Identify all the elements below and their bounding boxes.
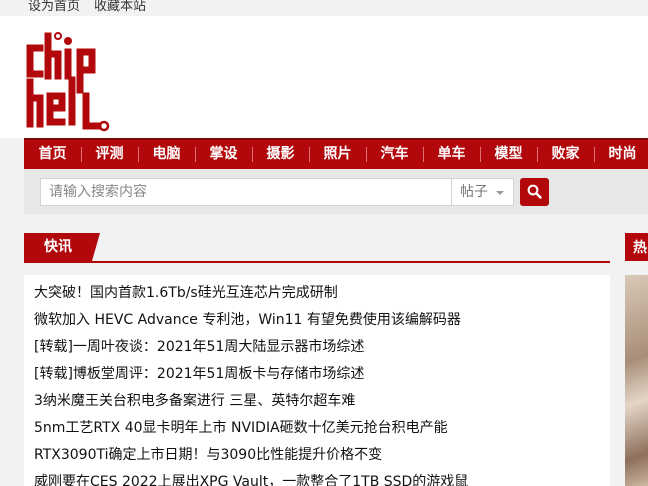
search-bar: 帖子 (24, 169, 648, 214)
nav-item-computers[interactable]: 电脑 (138, 140, 195, 169)
side-panel-image[interactable] (625, 275, 648, 486)
nav-item-fashion[interactable]: 时尚 (594, 140, 648, 169)
news-item[interactable]: 微软加入 HEVC Advance 专利池，Win11 有望免费使用该编解码器 (34, 308, 468, 335)
chiphell-logo[interactable] (24, 30, 110, 132)
chevron-down-icon (496, 191, 504, 195)
nav-item-home[interactable]: 首页 (24, 140, 81, 169)
nav-item-cars[interactable]: 汽车 (366, 140, 423, 169)
news-item[interactable]: RTX3090Ti确定上市日期！与3090比性能提升价格不变 (34, 443, 468, 470)
news-item[interactable]: [转载]博板堂周评：2021年51周板卡与存储市场综述 (34, 362, 468, 389)
news-item[interactable]: 5nm工艺RTX 40显卡明年上市 NVIDIA砸数十亿美元抢台积电产能 (34, 416, 468, 443)
search-scope-value: 帖子 (460, 184, 488, 200)
kuaixun-tab[interactable]: 快讯 (24, 233, 100, 261)
nav-item-handhelds[interactable]: 掌设 (195, 140, 252, 169)
search-input[interactable] (40, 178, 452, 206)
news-item[interactable]: 3纳米魔王关台积电多备案进行 三星、英特尔超车难 (34, 389, 468, 416)
nav-item-shopping[interactable]: 败家 (537, 140, 594, 169)
nav-item-photos[interactable]: 照片 (309, 140, 366, 169)
search-button[interactable] (520, 178, 549, 206)
kuaixun-list: 大突破！国内首款1.6Tb/s硅光互连芯片完成研制 微软加入 HEVC Adva… (24, 275, 610, 486)
nav-item-bicycles[interactable]: 单车 (423, 140, 480, 169)
bookmark-site-link[interactable]: 收藏本站 (94, 0, 146, 14)
set-homepage-link[interactable]: 设为首页 (28, 0, 80, 14)
top-bar: 设为首页 收藏本站 (0, 0, 648, 16)
news-item[interactable]: 威刚要在CES 2022上展出XPG Vault，一款整合了1TB SSD的游戏… (34, 470, 468, 486)
site-header (0, 16, 648, 138)
nav-item-reviews[interactable]: 评测 (81, 140, 138, 169)
search-scope-select[interactable]: 帖子 (452, 178, 514, 206)
side-panel-tab-label: 热 (633, 240, 647, 256)
kuaixun-header: 快讯 (24, 233, 610, 263)
search-icon (527, 184, 542, 199)
news-item[interactable]: 大突破！国内首款1.6Tb/s硅光互连芯片完成研制 (34, 281, 468, 308)
side-panel-tab[interactable]: 热 (625, 233, 648, 261)
main-nav: 首页 评测 电脑 掌设 摄影 照片 汽车 单车 模型 败家 时尚 (24, 138, 648, 169)
nav-item-models[interactable]: 模型 (480, 140, 537, 169)
news-item[interactable]: [转载]一周叶夜谈：2021年51周大陆显示器市场综述 (34, 335, 468, 362)
nav-item-photography[interactable]: 摄影 (252, 140, 309, 169)
